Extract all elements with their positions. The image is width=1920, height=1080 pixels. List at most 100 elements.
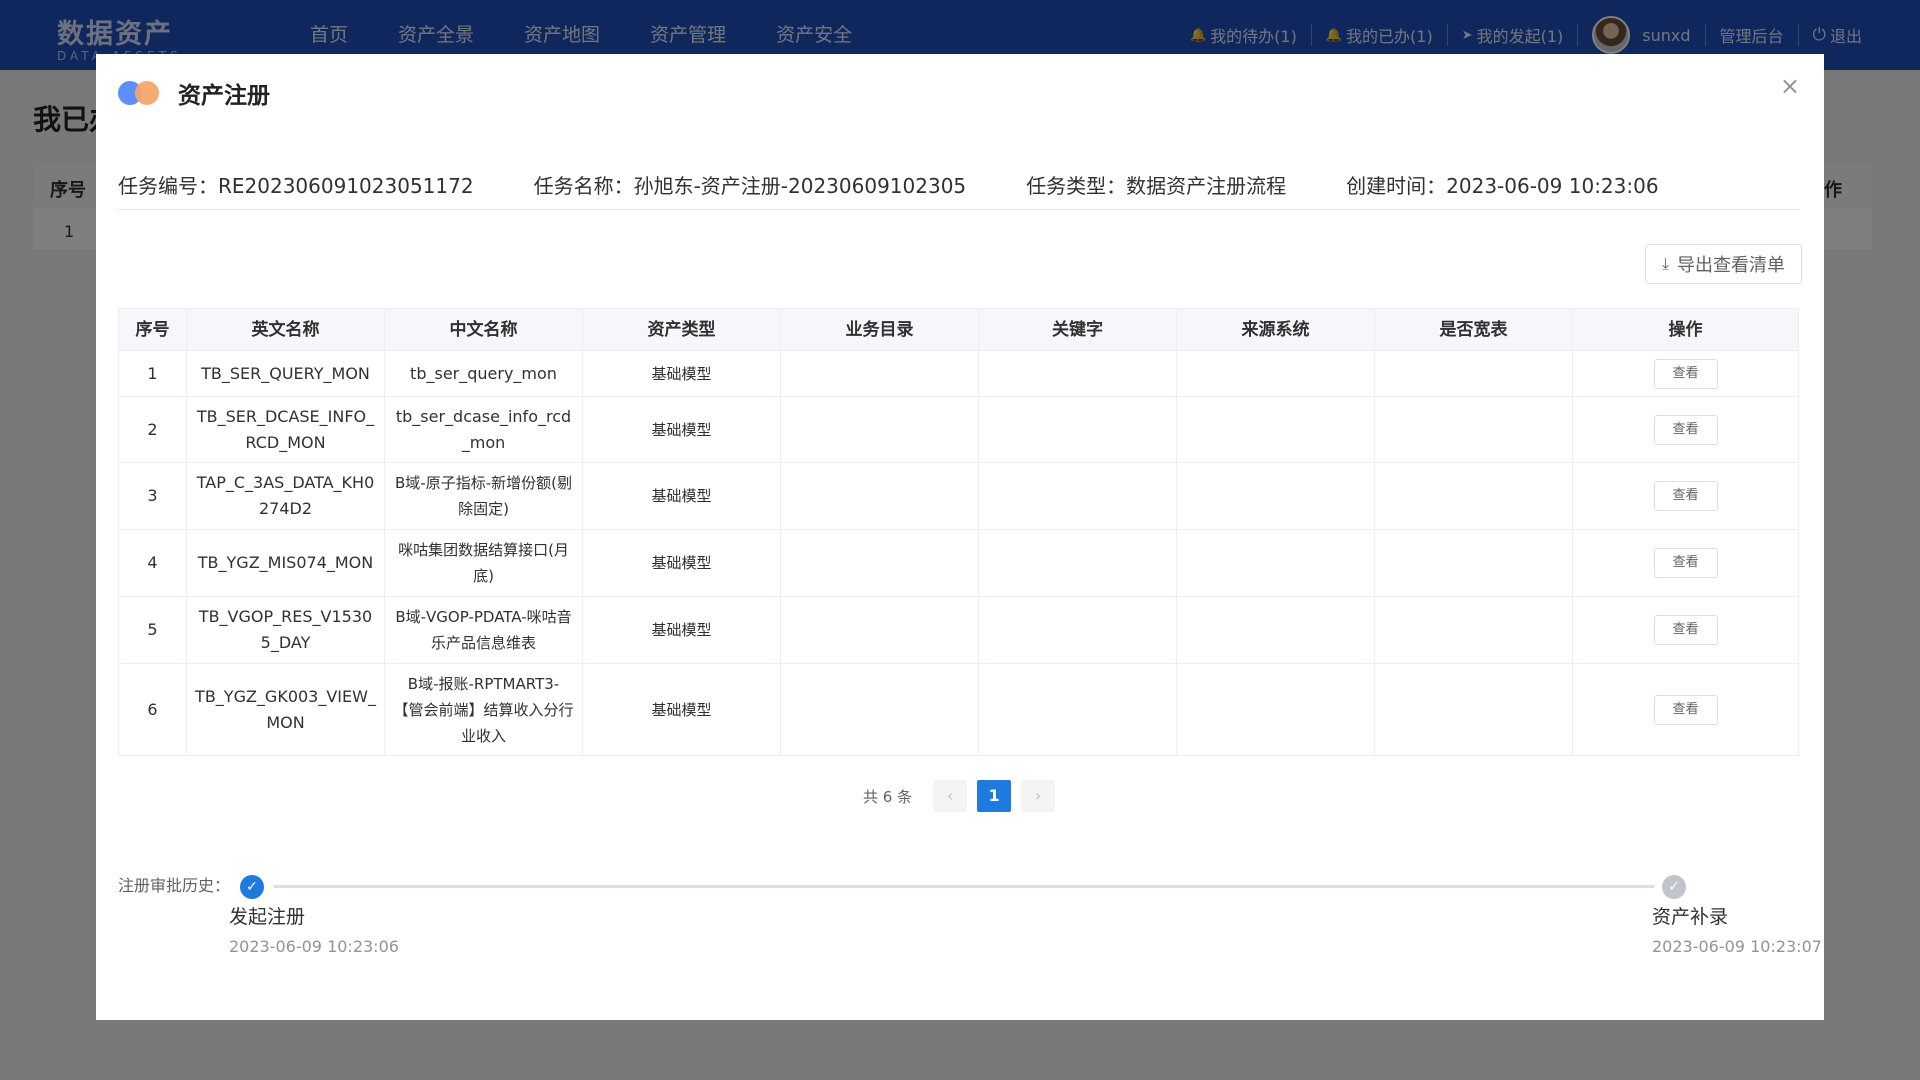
- cell-keyword: [978, 350, 1177, 397]
- cell-source: [1176, 529, 1375, 597]
- step-name: 发起注册: [229, 906, 306, 928]
- pagination: 共 6 条 ‹ 1 ›: [863, 780, 1060, 812]
- asset-table: 序号 英文名称 中文名称 资产类型 业务目录 关键字 来源系统 是否宽表 操作 …: [118, 308, 1799, 756]
- cell-asset-type: 基础模型: [582, 663, 781, 756]
- cell-catalog: [780, 462, 979, 530]
- export-list-button[interactable]: ⤓ 导出查看清单: [1644, 244, 1802, 284]
- th-source-system: 来源系统: [1176, 308, 1375, 351]
- table-row: 4 TB_YGZ_MIS074_MON 咪咕集团数据结算接口(月底) 基础模型 …: [118, 529, 1799, 597]
- cell-asset-type: 基础模型: [582, 462, 781, 530]
- table-row: 6 TB_YGZ_GK003_VIEW_MON B域-报账-RPTMART3-【…: [118, 663, 1799, 756]
- cell-cn-name: tb_ser_query_mon: [384, 350, 583, 397]
- cell-asset-type: 基础模型: [582, 529, 781, 597]
- cell-keyword: [978, 396, 1177, 463]
- cell-catalog: [780, 596, 979, 664]
- check-icon: ✓: [1662, 875, 1686, 899]
- check-icon: ✓: [240, 875, 264, 899]
- cell-seq: 2: [118, 396, 187, 463]
- step-time: 2023-06-09 10:23:07: [1652, 937, 1822, 956]
- step-name: 资产补录: [1652, 906, 1729, 928]
- th-is-wide-table: 是否宽表: [1374, 308, 1573, 351]
- cell-keyword: [978, 663, 1177, 756]
- cell-source: [1176, 663, 1375, 756]
- view-button[interactable]: 查看: [1653, 481, 1718, 511]
- dialog-title: 资产注册: [178, 83, 270, 109]
- cell-seq: 6: [118, 663, 187, 756]
- cell-action: 查看: [1572, 462, 1799, 530]
- created-time: 创建时间：2023-06-09 10:23:06: [1346, 174, 1659, 198]
- cell-source: [1176, 462, 1375, 530]
- cell-en-name: TAP_C_3AS_DATA_KH0274D2: [186, 462, 385, 530]
- cell-en-name: TB_YGZ_MIS074_MON: [186, 529, 385, 597]
- cell-wide: [1374, 663, 1573, 756]
- cell-catalog: [780, 663, 979, 756]
- cell-cn-name: 咪咕集团数据结算接口(月底): [384, 529, 583, 597]
- cell-wide: [1374, 396, 1573, 463]
- view-button[interactable]: 查看: [1653, 358, 1718, 389]
- cell-cn-name: B域-VGOP-PDATA-咪咕音乐产品信息维表: [384, 596, 583, 664]
- cell-seq: 1: [118, 350, 187, 397]
- cell-wide: [1374, 350, 1573, 397]
- prev-page-button[interactable]: ‹: [933, 780, 968, 812]
- next-page-button[interactable]: ›: [1021, 780, 1056, 812]
- table-row: 5 TB_VGOP_RES_V15305_DAY B域-VGOP-PDATA-咪…: [118, 596, 1799, 664]
- cell-action: 查看: [1572, 596, 1799, 664]
- view-button[interactable]: 查看: [1653, 548, 1718, 578]
- cell-cn-name: tb_ser_dcase_info_rcd_mon: [384, 396, 583, 463]
- history-label: 注册审批历史：: [118, 876, 231, 895]
- cell-en-name: TB_YGZ_GK003_VIEW_MON: [186, 663, 385, 756]
- cell-action: 查看: [1572, 529, 1799, 597]
- th-cn-name: 中文名称: [384, 308, 583, 351]
- cell-catalog: [780, 396, 979, 463]
- cell-en-name: TB_VGOP_RES_V15305_DAY: [186, 596, 385, 664]
- th-business-catalog: 业务目录: [780, 308, 979, 351]
- cell-asset-type: 基础模型: [582, 396, 781, 463]
- table-row: 3 TAP_C_3AS_DATA_KH0274D2 B域-原子指标-新增份额(剔…: [118, 462, 1799, 530]
- view-button[interactable]: 查看: [1653, 694, 1718, 725]
- cell-source: [1176, 396, 1375, 463]
- view-button[interactable]: 查看: [1653, 615, 1718, 645]
- pagination-total: 共 6 条: [863, 787, 913, 806]
- cell-seq: 5: [118, 596, 187, 664]
- cell-keyword: [978, 462, 1177, 530]
- cell-seq: 3: [118, 462, 187, 530]
- cell-asset-type: 基础模型: [582, 596, 781, 664]
- table-row: 1 TB_SER_QUERY_MON tb_ser_query_mon 基础模型…: [118, 350, 1799, 397]
- task-info: 任务编号：RE202306091023051172 任务名称：孙旭东-资产注册-…: [118, 170, 1800, 210]
- cell-asset-type: 基础模型: [582, 350, 781, 397]
- cell-catalog: [780, 350, 979, 397]
- cell-en-name: TB_SER_DCASE_INFO_RCD_MON: [186, 396, 385, 463]
- cell-en-name: TB_SER_QUERY_MON: [186, 350, 385, 397]
- step-time: 2023-06-09 10:23:06: [229, 937, 399, 956]
- page-1-button[interactable]: 1: [977, 780, 1012, 812]
- cell-cn-name: B域-报账-RPTMART3-【管会前端】结算收入分行业收入: [384, 663, 583, 756]
- close-icon[interactable]: ×: [1780, 72, 1800, 100]
- asset-register-dialog: 资产注册 × 任务编号：RE202306091023051172 任务名称：孙旭…: [96, 54, 1824, 1020]
- cell-action: 查看: [1572, 663, 1799, 756]
- cell-wide: [1374, 596, 1573, 664]
- cell-wide: [1374, 529, 1573, 597]
- th-seq: 序号: [118, 308, 187, 351]
- task-type: 任务类型：数据资产注册流程: [1026, 174, 1287, 198]
- view-button[interactable]: 查看: [1653, 414, 1718, 445]
- cell-source: [1176, 350, 1375, 397]
- th-asset-type: 资产类型: [582, 308, 781, 351]
- cell-source: [1176, 596, 1375, 664]
- cell-seq: 4: [118, 529, 187, 597]
- cell-cn-name: B域-原子指标-新增份额(剔除固定): [384, 462, 583, 530]
- cell-action: 查看: [1572, 396, 1799, 463]
- export-label: 导出查看清单: [1677, 255, 1785, 276]
- brand-dots-icon: [118, 79, 162, 107]
- th-en-name: 英文名称: [186, 308, 385, 351]
- task-number: 任务编号：RE202306091023051172: [118, 174, 474, 198]
- table-row: 2 TB_SER_DCASE_INFO_RCD_MON tb_ser_dcase…: [118, 396, 1799, 463]
- task-name: 任务名称：孙旭东-资产注册-20230609102305: [533, 174, 967, 198]
- cell-action: 查看: [1572, 350, 1799, 397]
- table-header-row: 序号 英文名称 中文名称 资产类型 业务目录 关键字 来源系统 是否宽表 操作: [118, 308, 1799, 351]
- cell-keyword: [978, 596, 1177, 664]
- history-progress-line: [274, 885, 1654, 888]
- cell-wide: [1374, 462, 1573, 530]
- th-keyword: 关键字: [978, 308, 1177, 351]
- cell-keyword: [978, 529, 1177, 597]
- cell-catalog: [780, 529, 979, 597]
